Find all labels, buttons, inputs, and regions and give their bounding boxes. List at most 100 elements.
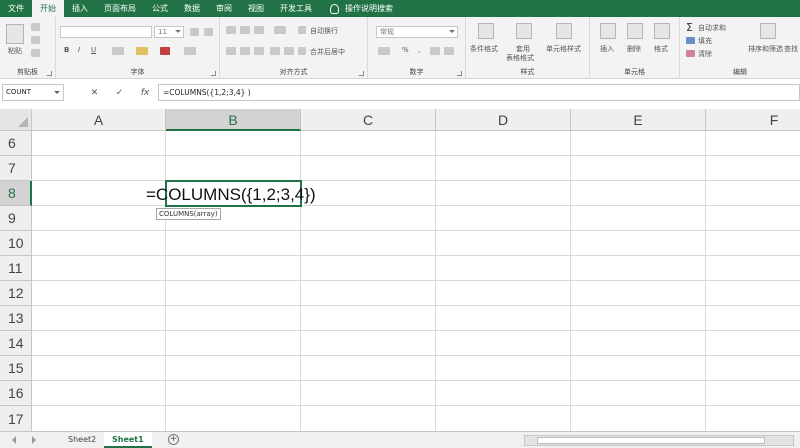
align-bottom-icon[interactable] xyxy=(254,26,264,34)
align-top-icon[interactable] xyxy=(226,26,236,34)
decrease-font-icon[interactable] xyxy=(204,28,213,36)
sort-filter-button[interactable]: 排序和筛选 xyxy=(748,44,783,54)
column-header-e[interactable]: E xyxy=(571,109,706,131)
bold-icon[interactable]: B xyxy=(64,46,69,54)
italic-icon[interactable]: I xyxy=(78,46,80,54)
align-left-icon[interactable] xyxy=(226,47,236,55)
row-header-10[interactable]: 10 xyxy=(0,231,32,256)
increase-decimal-icon[interactable] xyxy=(430,47,440,55)
row-header-16[interactable]: 16 xyxy=(0,381,32,406)
row-header-11[interactable]: 11 xyxy=(0,256,32,281)
paste-icon[interactable] xyxy=(6,24,24,44)
currency-icon[interactable] xyxy=(378,47,390,55)
font-name-select[interactable] xyxy=(60,26,152,38)
sheet-tab-sheet1[interactable]: Sheet1 xyxy=(104,432,152,448)
tab-review[interactable]: 审阅 xyxy=(208,0,240,17)
decrease-decimal-icon[interactable] xyxy=(444,47,454,55)
font-size-select[interactable]: 11 xyxy=(154,26,184,38)
prev-sheet-icon[interactable] xyxy=(12,436,16,444)
orientation-icon[interactable] xyxy=(274,26,286,34)
tab-view[interactable]: 视图 xyxy=(240,0,272,17)
clear-icon[interactable] xyxy=(686,50,695,57)
align-middle-icon[interactable] xyxy=(240,26,250,34)
format-as-table-line2[interactable]: 表格格式 xyxy=(506,53,534,63)
column-header-a[interactable]: A xyxy=(32,109,166,131)
clipboard-launcher-icon[interactable] xyxy=(47,71,52,76)
column-header-f[interactable]: F xyxy=(706,109,800,131)
autosum-button[interactable]: 自动求和 xyxy=(698,23,726,33)
decrease-indent-icon[interactable] xyxy=(270,47,280,55)
sort-filter-icon[interactable] xyxy=(760,23,776,39)
format-painter-icon[interactable] xyxy=(31,49,40,57)
align-center-icon[interactable] xyxy=(240,47,250,55)
format-cells-button[interactable]: 格式 xyxy=(654,44,668,54)
new-sheet-button[interactable]: + xyxy=(168,434,179,445)
column-header-b[interactable]: B xyxy=(166,109,301,131)
delete-cells-icon[interactable] xyxy=(627,23,643,39)
tab-home[interactable]: 开始 xyxy=(32,0,64,17)
formula-input[interactable]: =COLUMNS({1,2;3,4} ) xyxy=(158,84,800,101)
underline-icon[interactable]: U xyxy=(91,46,96,54)
insert-function-icon[interactable]: fx xyxy=(141,88,150,98)
scrollbar-thumb[interactable] xyxy=(537,437,765,444)
fill-icon[interactable] xyxy=(686,37,695,44)
percent-icon[interactable]: % xyxy=(402,46,409,54)
name-box[interactable]: COUNT xyxy=(2,84,64,101)
wrap-text-icon[interactable] xyxy=(298,26,306,34)
format-as-table-icon[interactable] xyxy=(516,23,532,39)
wrap-text-button[interactable]: 自动换行 xyxy=(310,26,338,36)
find-select-button[interactable]: 查找 xyxy=(784,44,798,54)
column-header-d[interactable]: D xyxy=(436,109,571,131)
fill-color-icon[interactable] xyxy=(136,47,148,55)
fill-button[interactable]: 填充 xyxy=(698,36,712,46)
row-header-6[interactable]: 6 xyxy=(0,131,32,156)
increase-font-icon[interactable] xyxy=(190,28,199,36)
column-header-c[interactable]: C xyxy=(301,109,436,131)
font-color-icon[interactable] xyxy=(160,47,170,55)
conditional-formatting-button[interactable]: 条件格式 xyxy=(470,44,498,54)
row-header-12[interactable]: 12 xyxy=(0,281,32,306)
copy-icon[interactable] xyxy=(31,36,40,44)
comma-style-icon[interactable]: , xyxy=(418,46,420,54)
enter-icon[interactable]: ✓ xyxy=(116,88,124,98)
align-right-icon[interactable] xyxy=(254,47,264,55)
font-launcher-icon[interactable] xyxy=(211,71,216,76)
next-sheet-icon[interactable] xyxy=(32,436,36,444)
tab-data[interactable]: 数据 xyxy=(176,0,208,17)
alignment-launcher-icon[interactable] xyxy=(359,71,364,76)
row-header-17[interactable]: 17 xyxy=(0,406,32,431)
number-launcher-icon[interactable] xyxy=(457,71,462,76)
conditional-formatting-icon[interactable] xyxy=(478,23,494,39)
cell-styles-icon[interactable] xyxy=(556,23,572,39)
row-header-7[interactable]: 7 xyxy=(0,156,32,181)
tab-page-layout[interactable]: 页面布局 xyxy=(96,0,144,17)
borders-icon[interactable] xyxy=(112,47,124,55)
tell-me-search[interactable]: 操作说明搜索 xyxy=(320,0,393,17)
clear-button[interactable]: 清除 xyxy=(698,49,712,59)
row-header-15[interactable]: 15 xyxy=(0,356,32,381)
row-header-8[interactable]: 8 xyxy=(0,181,32,206)
row-header-14[interactable]: 14 xyxy=(0,331,32,356)
row-header-13[interactable]: 13 xyxy=(0,306,32,331)
cell-b8-editing-text[interactable]: =COLUMNS({1,2;3,4}) xyxy=(146,185,316,205)
autosum-icon[interactable]: Σ xyxy=(686,21,693,34)
cancel-icon[interactable]: ✕ xyxy=(91,88,99,98)
tab-insert[interactable]: 插入 xyxy=(64,0,96,17)
cut-icon[interactable] xyxy=(31,23,40,31)
function-tooltip[interactable]: COLUMNS(array) xyxy=(156,208,221,220)
select-all-button[interactable] xyxy=(0,109,32,131)
tab-developer[interactable]: 开发工具 xyxy=(272,0,320,17)
row-header-9[interactable]: 9 xyxy=(0,206,32,231)
phonetic-icon[interactable] xyxy=(184,47,196,55)
sheet-tab-sheet2[interactable]: Sheet2 xyxy=(60,432,104,448)
tab-file[interactable]: 文件 xyxy=(0,0,32,17)
number-format-select[interactable]: 常规 xyxy=(376,26,458,38)
format-cells-icon[interactable] xyxy=(654,23,670,39)
increase-indent-icon[interactable] xyxy=(284,47,294,55)
horizontal-scrollbar[interactable] xyxy=(524,435,794,446)
insert-cells-icon[interactable] xyxy=(600,23,616,39)
cell-styles-button[interactable]: 单元格样式 xyxy=(546,44,581,54)
merge-center-icon[interactable] xyxy=(298,47,306,55)
insert-cells-button[interactable]: 插入 xyxy=(600,44,614,54)
delete-cells-button[interactable]: 删除 xyxy=(627,44,641,54)
